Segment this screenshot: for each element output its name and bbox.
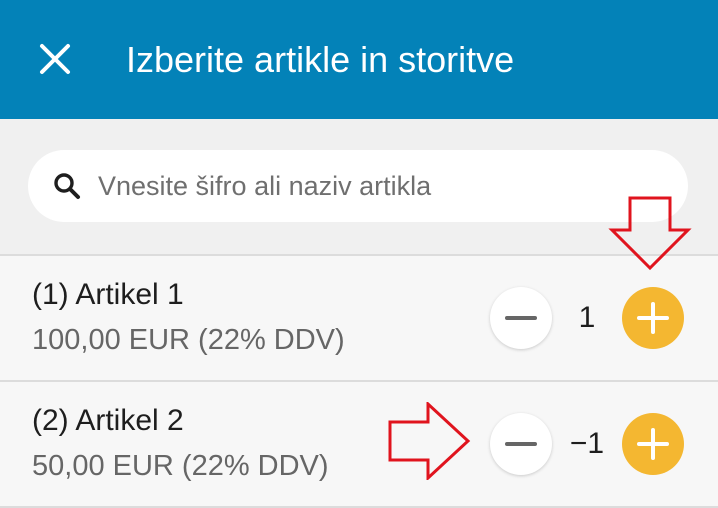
quantity-value: 1 <box>578 301 596 334</box>
plus-icon <box>637 428 669 460</box>
close-icon <box>40 44 70 74</box>
page-title: Izberite artikle in storitve <box>126 39 515 80</box>
minus-icon <box>505 442 537 446</box>
quantity-value: −1 <box>569 427 605 460</box>
list-item[interactable]: (1) Artikel 1 100,00 EUR (22% DDV) 1 <box>0 256 718 380</box>
item-price: 50,00 EUR (22% DDV) <box>32 450 329 482</box>
close-button[interactable] <box>30 34 80 84</box>
plus-icon <box>637 302 669 334</box>
search-icon <box>54 173 80 199</box>
search-input[interactable] <box>98 163 668 209</box>
down-arrow-annotation-icon <box>608 196 692 271</box>
item-name: (2) Artikel 2 <box>32 404 184 437</box>
decrease-quantity-button[interactable] <box>490 287 552 349</box>
item-picker-screen: Izberite artikle in storitve (1) Artikel… <box>0 0 718 508</box>
minus-icon <box>505 316 537 320</box>
item-name: (1) Artikel 1 <box>32 278 184 311</box>
list-item[interactable]: (2) Artikel 2 50,00 EUR (22% DDV) −1 <box>0 382 718 506</box>
decrease-quantity-button[interactable] <box>490 413 552 475</box>
increase-quantity-button[interactable] <box>622 287 684 349</box>
app-header: Izberite artikle in storitve <box>0 0 718 119</box>
item-price: 100,00 EUR (22% DDV) <box>32 324 345 356</box>
right-arrow-annotation-icon <box>388 402 471 480</box>
increase-quantity-button[interactable] <box>622 413 684 475</box>
